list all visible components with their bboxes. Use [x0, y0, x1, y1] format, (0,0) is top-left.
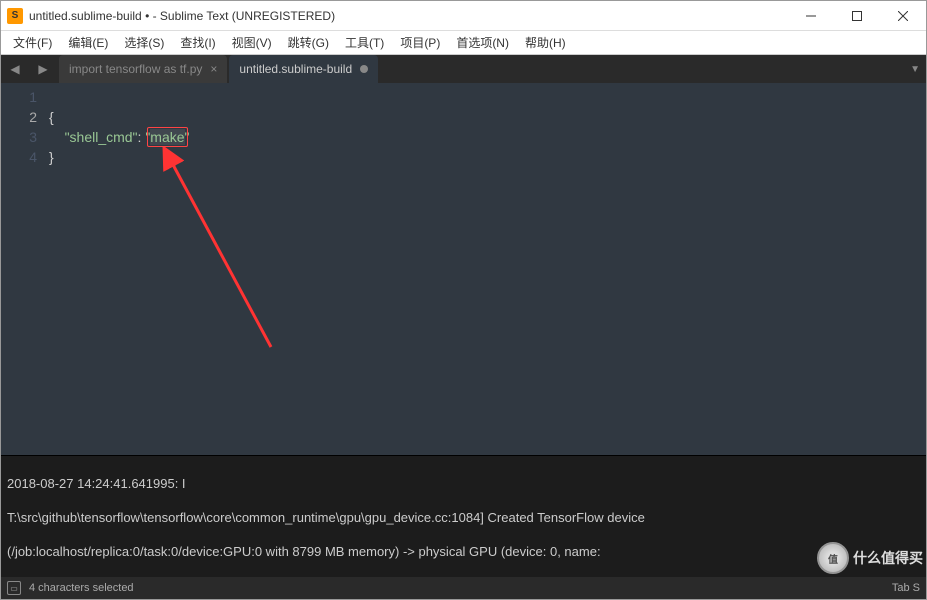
menu-file[interactable]: 文件(F) — [5, 32, 60, 53]
code-brace: { — [49, 109, 54, 125]
tab-overflow-button[interactable]: ▼ — [910, 64, 920, 75]
menu-find[interactable]: 查找(I) — [172, 32, 223, 53]
tab-dirty-icon — [360, 65, 368, 73]
tab-close-icon[interactable]: × — [210, 62, 217, 76]
tab-next-button[interactable]: ▶ — [29, 55, 57, 83]
status-selection: 4 characters selected — [29, 582, 134, 594]
code-content[interactable]: { "shell_cmd": "make" } — [49, 83, 926, 455]
menubar: 文件(F) 编辑(E) 选择(S) 查找(I) 视图(V) 跳转(G) 工具(T… — [1, 31, 926, 55]
menu-edit[interactable]: 编辑(E) — [60, 32, 116, 53]
editor-area: 1 2 3 4 { "shell_cmd": "make" } 2018-08-… — [1, 83, 926, 577]
maximize-icon — [852, 11, 862, 21]
line-gutter: 1 2 3 4 — [1, 83, 49, 455]
panel-switcher-icon[interactable]: ▭ — [7, 581, 21, 595]
titlebar[interactable]: S untitled.sublime-build • - Sublime Tex… — [1, 1, 926, 31]
close-button[interactable] — [880, 1, 926, 31]
tab-prev-button[interactable]: ◀ — [1, 55, 29, 83]
minimize-icon — [806, 11, 816, 21]
statusbar: ▭ 4 characters selected Tab S — [1, 577, 926, 599]
menu-select[interactable]: 选择(S) — [116, 32, 172, 53]
console-line: T:\src\github\tensorflow\tensorflow\core… — [7, 509, 920, 526]
line-number: 3 — [1, 127, 37, 147]
menu-preferences[interactable]: 首选项(N) — [448, 32, 517, 53]
code-value-selected: make — [150, 129, 184, 145]
menu-goto[interactable]: 跳转(G) — [280, 32, 337, 53]
status-tab-size[interactable]: Tab S — [892, 582, 920, 594]
arrow-annotation — [161, 147, 461, 367]
code-editor[interactable]: 1 2 3 4 { "shell_cmd": "make" } — [1, 83, 926, 455]
menu-project[interactable]: 项目(P) — [392, 32, 448, 53]
code-quote: " — [185, 129, 190, 145]
tab-file-1[interactable]: import tensorflow as tf.py × — [59, 55, 227, 83]
line-number: 4 — [1, 147, 37, 167]
window-title: untitled.sublime-build • - Sublime Text … — [29, 9, 788, 23]
maximize-button[interactable] — [834, 1, 880, 31]
close-icon — [898, 11, 908, 21]
console-line: (/job:localhost/replica:0/task:0/device:… — [7, 543, 920, 560]
code-brace: } — [49, 149, 54, 165]
minimize-button[interactable] — [788, 1, 834, 31]
line-number: 1 — [1, 87, 37, 107]
app-window: S untitled.sublime-build • - Sublime Tex… — [0, 0, 927, 600]
code-key: "shell_cmd" — [65, 129, 138, 145]
menu-view[interactable]: 视图(V) — [224, 32, 280, 53]
console-line: 2018-08-27 14:24:41.641995: I — [7, 475, 920, 492]
menu-tools[interactable]: 工具(T) — [337, 32, 392, 53]
tab-file-2[interactable]: untitled.sublime-build — [229, 55, 378, 83]
app-icon: S — [7, 8, 23, 24]
build-output-panel[interactable]: 2018-08-27 14:24:41.641995: I T:\src\git… — [1, 455, 926, 577]
menu-help[interactable]: 帮助(H) — [517, 32, 574, 53]
tab-label: untitled.sublime-build — [239, 62, 352, 76]
tab-label: import tensorflow as tf.py — [69, 62, 202, 76]
line-number: 2 — [1, 107, 37, 127]
tabbar: ◀ ▶ import tensorflow as tf.py × untitle… — [1, 55, 926, 83]
